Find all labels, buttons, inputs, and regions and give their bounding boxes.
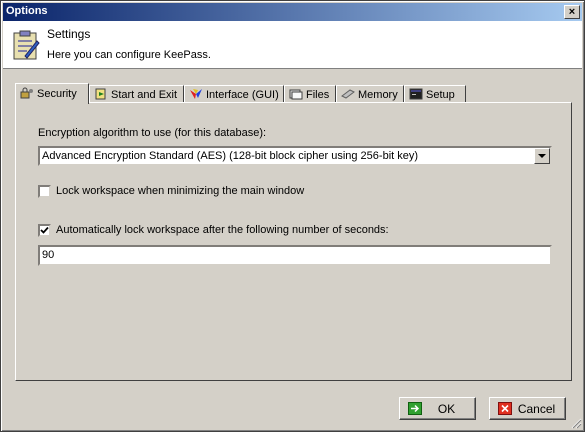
interface-icon (190, 89, 202, 99)
window-title: Options (6, 5, 48, 17)
memory-icon (341, 89, 355, 99)
tab-start-and-exit[interactable]: Start and Exit (89, 85, 184, 102)
header-subtitle: Here you can configure KeePass. (47, 49, 211, 61)
tab-label: Start and Exit (111, 89, 178, 101)
lock-minimize-checkbox[interactable] (38, 185, 51, 198)
tab-label: Setup (426, 89, 455, 101)
tab-label: Files (306, 89, 330, 101)
auto-lock-seconds-input[interactable]: 90 (38, 245, 552, 266)
title-bar[interactable]: Options × (3, 3, 582, 21)
ok-button[interactable]: OK (399, 397, 476, 420)
tab-security[interactable]: Security (15, 83, 89, 104)
chevron-down-icon[interactable] (534, 148, 550, 164)
files-icon (289, 89, 303, 100)
tab-setup[interactable]: Setup (404, 85, 466, 102)
header-title: Settings (47, 27, 91, 41)
ok-label: OK (437, 402, 456, 416)
options-dialog: Options × Settings Here you can configur… (0, 0, 585, 432)
start-exit-icon (95, 88, 106, 100)
tab-interface[interactable]: Interface (GUI) (184, 85, 284, 102)
tab-label: Memory (358, 89, 398, 101)
settings-clipboard-icon (13, 30, 40, 60)
encryption-selected-value: Advanced Encryption Standard (AES) (128-… (42, 150, 419, 162)
cancel-button[interactable]: Cancel (489, 397, 566, 420)
auto-lock-checkbox[interactable] (38, 224, 51, 237)
security-icon (20, 87, 33, 99)
tab-files[interactable]: Files (284, 85, 336, 102)
auto-lock-label: Automatically lock workspace after the f… (56, 224, 389, 236)
security-panel: Encryption algorithm to use (for this da… (15, 102, 572, 381)
tab-memory[interactable]: Memory (336, 85, 404, 102)
lock-minimize-label: Lock workspace when minimizing the main … (56, 185, 305, 197)
tab-label: Interface (GUI) (206, 89, 279, 101)
setup-icon (409, 88, 423, 100)
encryption-label: Encryption algorithm to use (for this da… (38, 127, 267, 139)
resize-grip-icon[interactable] (570, 417, 582, 429)
close-button[interactable]: × (564, 5, 580, 19)
tab-label: Security (37, 88, 77, 100)
cancel-label: Cancel (517, 402, 556, 416)
header-banner: Settings Here you can configure KeePass. (3, 21, 582, 69)
checkmark-icon (40, 226, 49, 234)
encryption-select[interactable]: Advanced Encryption Standard (AES) (128-… (38, 146, 552, 166)
